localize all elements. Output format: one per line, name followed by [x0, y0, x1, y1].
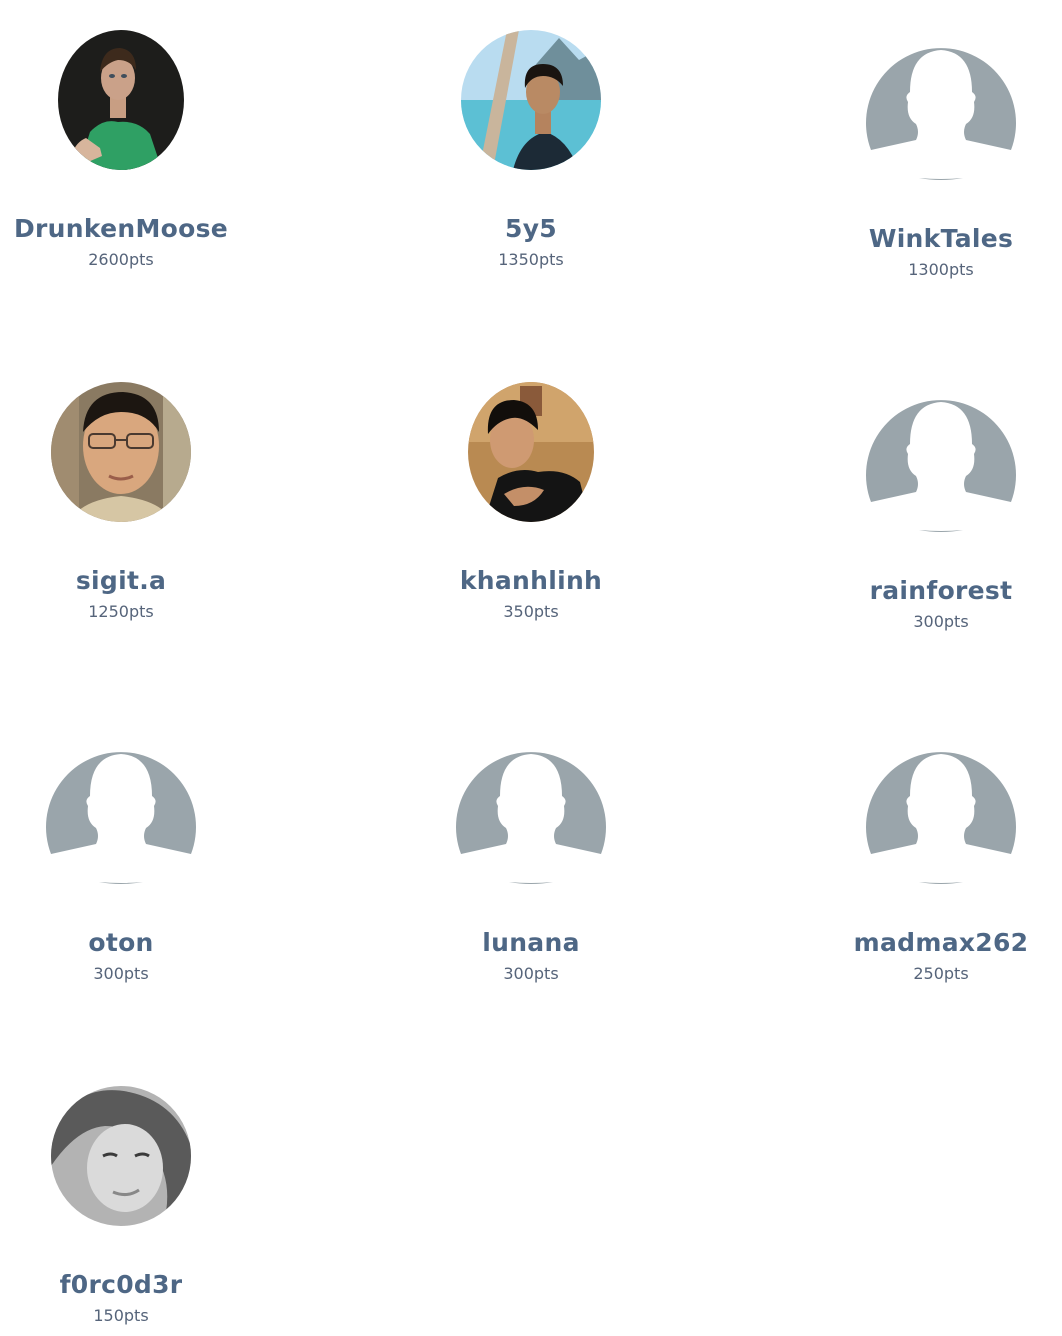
photo-avatar-icon	[461, 30, 601, 170]
photo-avatar-icon	[468, 382, 594, 522]
user-name[interactable]: khanhlinh	[411, 566, 651, 595]
user-card-rainforest[interactable]: rainforest 300pts	[821, 382, 1061, 652]
user-avatar[interactable]	[51, 382, 191, 522]
user-avatar[interactable]	[456, 734, 606, 884]
user-points: 1350pts	[498, 250, 564, 269]
user-name[interactable]: DrunkenMoose	[1, 214, 241, 243]
user-card-lunana[interactable]: lunana 300pts	[411, 734, 651, 994]
photo-avatar-icon	[51, 382, 191, 522]
default-avatar-silhouette-icon	[866, 752, 1016, 884]
user-points: 300pts	[503, 964, 559, 983]
user-name[interactable]: sigit.a	[1, 566, 241, 595]
user-points: 2600pts	[88, 250, 154, 269]
user-points: 250pts	[913, 964, 969, 983]
user-points: 1300pts	[908, 260, 974, 279]
user-name[interactable]: madmax262	[821, 928, 1061, 957]
user-points: 300pts	[913, 612, 969, 631]
user-avatar[interactable]	[51, 1086, 191, 1226]
user-card-5y5[interactable]: 5y5 1350pts	[411, 30, 651, 290]
user-points: 1250pts	[88, 602, 154, 621]
user-avatar[interactable]	[46, 734, 196, 884]
user-card-winktales[interactable]: WinkTales 1300pts	[821, 30, 1061, 300]
user-card-drunkenmoose[interactable]: DrunkenMoose 2600pts	[1, 30, 241, 290]
user-points: 350pts	[503, 602, 559, 621]
photo-avatar-icon	[58, 30, 184, 170]
default-avatar-silhouette-icon	[456, 752, 606, 884]
default-avatar-silhouette-icon	[866, 400, 1016, 532]
user-card-khanhlinh[interactable]: khanhlinh 350pts	[411, 382, 651, 642]
user-name[interactable]: 5y5	[411, 214, 651, 243]
user-name[interactable]: lunana	[411, 928, 651, 957]
photo-avatar-icon	[51, 1086, 191, 1226]
user-name[interactable]: oton	[1, 928, 241, 957]
default-avatar-silhouette-icon	[866, 48, 1016, 180]
user-avatar[interactable]	[461, 30, 601, 170]
user-avatar[interactable]	[866, 382, 1016, 532]
user-avatar[interactable]	[468, 382, 594, 522]
user-avatar[interactable]	[866, 30, 1016, 180]
user-points: 150pts	[93, 1306, 149, 1325]
user-card-f0rc0d3r[interactable]: f0rc0d3r 150pts	[1, 1086, 241, 1336]
user-name[interactable]: WinkTales	[821, 224, 1061, 253]
default-avatar-silhouette-icon	[46, 752, 196, 884]
user-points: 300pts	[93, 964, 149, 983]
user-card-sigit-a[interactable]: sigit.a 1250pts	[1, 382, 241, 642]
user-avatar[interactable]	[58, 30, 184, 170]
user-name[interactable]: rainforest	[821, 576, 1061, 605]
user-card-oton[interactable]: oton 300pts	[1, 734, 241, 994]
user-name[interactable]: f0rc0d3r	[1, 1270, 241, 1299]
user-avatar[interactable]	[866, 734, 1016, 884]
user-card-madmax262[interactable]: madmax262 250pts	[821, 734, 1061, 994]
